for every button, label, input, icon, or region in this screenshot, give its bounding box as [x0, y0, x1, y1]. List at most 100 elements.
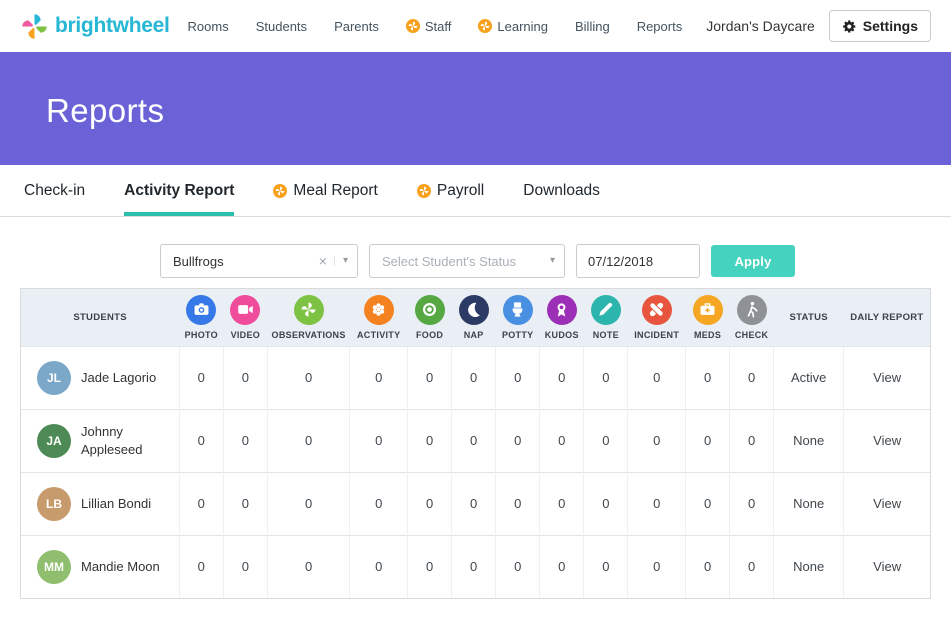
count-food: 0	[407, 408, 452, 472]
student-status: None	[773, 471, 844, 535]
view-report-link[interactable]: View	[843, 408, 930, 472]
count-incident: 0	[627, 534, 686, 598]
nav-item-rooms[interactable]: Rooms	[188, 19, 229, 34]
count-video: 0	[222, 534, 268, 598]
student-name-cell: MM Mandie Moon	[21, 534, 180, 598]
nav-item-reports[interactable]: Reports	[637, 19, 683, 34]
view-report-link[interactable]: View	[843, 534, 930, 598]
count-nap: 0	[451, 345, 496, 409]
count-activity: 0	[349, 534, 408, 598]
column-label: NAP	[463, 329, 484, 340]
count-kudos: 0	[539, 345, 584, 409]
count-potty: 0	[495, 345, 540, 409]
student-status: None	[773, 534, 844, 598]
column-label: NOTE	[592, 329, 619, 340]
potty-toilet-icon	[502, 294, 533, 325]
nav-item-label: Learning	[497, 18, 548, 34]
daily-report-column-header: DAILY REPORT	[850, 311, 924, 323]
count-incident: 0	[627, 471, 686, 535]
column-label: MEDS	[693, 329, 722, 340]
column-header-incident: INCIDENT	[628, 289, 686, 346]
photo-camera-icon	[186, 294, 217, 325]
tab-meal-report[interactable]: Meal Report	[273, 165, 378, 216]
count-kudos: 0	[539, 408, 584, 472]
student-row: JL Jade Lagorio 0 0 0 0 0 0 0 0 0 0 0 0 Active View	[21, 345, 930, 409]
filter-bar: Bullfrogs × ▾ Select Student's Status ▾ …	[160, 244, 931, 278]
apply-button[interactable]: Apply	[711, 245, 795, 277]
column-label: VIDEO	[230, 329, 261, 340]
count-kudos: 0	[539, 471, 584, 535]
tab-payroll[interactable]: Payroll	[416, 165, 484, 216]
column-label: CHECK	[734, 329, 769, 340]
column-header-nap: NAP	[452, 289, 496, 346]
student-name-cell: JL Jade Lagorio	[21, 345, 180, 409]
brand-logo[interactable]: brightwheel	[20, 12, 170, 41]
date-input[interactable]	[576, 244, 700, 278]
count-observations: 0	[266, 471, 350, 535]
column-label: KUDOS	[544, 329, 579, 340]
count-photo: 0	[178, 534, 224, 598]
column-header-photo: PHOTO	[179, 289, 223, 346]
view-report-link[interactable]: View	[843, 345, 930, 409]
activity-flower-icon	[363, 294, 394, 325]
account-name: Jordan's Daycare	[706, 18, 815, 34]
count-note: 0	[583, 471, 628, 535]
student-avatar: MM	[37, 549, 71, 584]
student-status: None	[773, 408, 844, 472]
nav-item-billing[interactable]: Billing	[575, 19, 610, 34]
count-activity: 0	[349, 471, 408, 535]
count-potty: 0	[495, 534, 540, 598]
student-name: Lillian Bondi	[81, 495, 152, 511]
view-report-link[interactable]: View	[843, 471, 930, 535]
count-photo: 0	[178, 471, 224, 535]
nap-moon-icon	[458, 294, 489, 325]
pinwheel-badge-icon	[273, 183, 288, 198]
count-observations: 0	[266, 534, 350, 598]
count-potty: 0	[495, 408, 540, 472]
count-food: 0	[407, 471, 452, 535]
tab-downloads[interactable]: Downloads	[523, 165, 600, 216]
count-video: 0	[222, 471, 268, 535]
column-label: PHOTO	[184, 329, 218, 340]
count-activity: 0	[349, 408, 408, 472]
student-avatar: LB	[37, 486, 71, 521]
table-header-row: STUDENTS PHOTO VIDEO OBSERVATIONS ACTIVITY F…	[21, 289, 930, 346]
report-tabs: Check-in Activity Report Meal Report Payrol…	[0, 165, 951, 217]
count-kudos: 0	[539, 534, 584, 598]
tab-activity-report[interactable]: Activity Report	[124, 165, 235, 216]
count-note: 0	[583, 408, 628, 472]
chevron-down-icon: ▾	[549, 255, 555, 266]
student-row: LB Lillian Bondi 0 0 0 0 0 0 0 0 0 0 0 0 None View	[21, 471, 930, 535]
room-select-value: Bullfrogs	[173, 253, 224, 269]
nav-item-learning[interactable]: Learning	[478, 19, 548, 34]
count-video: 0	[222, 408, 268, 472]
column-label: INCIDENT	[634, 329, 680, 340]
student-status-select[interactable]: Select Student's Status ▾	[369, 244, 565, 278]
clear-icon[interactable]: ×	[319, 253, 327, 269]
tab-check-in[interactable]: Check-in	[24, 165, 85, 216]
observations-pinwheel-icon	[293, 294, 324, 325]
count-incident: 0	[627, 345, 686, 409]
student-status: Active	[773, 345, 844, 409]
nav-item-staff[interactable]: Staff	[405, 19, 451, 34]
count-check: 0	[729, 345, 774, 409]
student-avatar: JL	[37, 360, 71, 395]
count-nap: 0	[451, 408, 496, 472]
pinwheel-badge-icon	[405, 19, 420, 33]
student-name: Johnny Appleseed	[81, 423, 143, 457]
primary-nav: Rooms Students Parents Staff Learning Billing…	[188, 19, 707, 34]
count-check: 0	[729, 408, 774, 472]
chevron-down-icon: ▾	[333, 256, 348, 266]
brand-name: brightwheel	[55, 14, 170, 37]
nav-item-parents[interactable]: Parents	[334, 19, 379, 34]
student-row: MM Mandie Moon 0 0 0 0 0 0 0 0 0 0 0 0 None View	[21, 534, 930, 598]
incident-bandage-icon	[641, 294, 672, 325]
nav-item-students[interactable]: Students	[256, 19, 307, 34]
settings-button[interactable]: Settings	[828, 10, 931, 42]
status-select-placeholder: Select Student's Status	[382, 253, 517, 269]
nav-right: Jordan's Daycare Settings	[706, 10, 931, 42]
nav-item-label: Billing	[575, 18, 610, 34]
nav-item-label: Students	[255, 18, 308, 34]
room-select[interactable]: Bullfrogs × ▾	[160, 244, 358, 278]
count-note: 0	[583, 534, 628, 598]
